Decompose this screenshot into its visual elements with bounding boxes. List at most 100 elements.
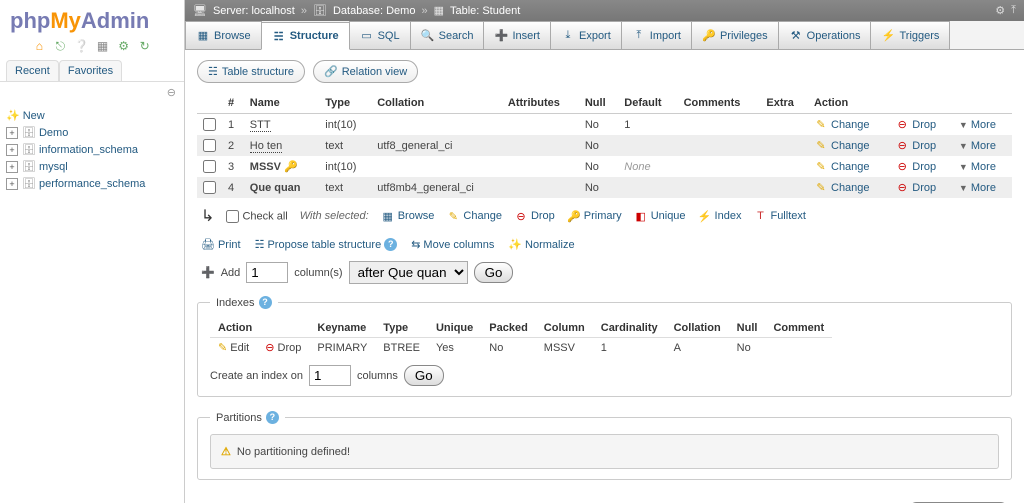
tree-db-demo[interactable]: Demo <box>39 127 68 139</box>
col-collation[interactable]: Collation <box>371 93 502 114</box>
row-checkbox[interactable] <box>203 139 216 152</box>
row-change-link[interactable]: ✎ Change <box>814 182 870 194</box>
settings-icon[interactable]: ⚙ <box>116 38 132 54</box>
col-default <box>618 135 677 156</box>
check-all-checkbox[interactable] <box>226 210 239 223</box>
bulk-browse[interactable]: ▦Browse <box>381 210 435 223</box>
col-extra[interactable]: Extra <box>760 93 808 114</box>
crumb-db[interactable]: Demo <box>386 5 415 17</box>
row-drop-link[interactable]: ⊖ Drop <box>895 140 936 152</box>
util-label: Propose table structure <box>267 239 381 251</box>
tab-label: Search <box>439 30 474 42</box>
tree-toggle[interactable]: + <box>6 127 18 139</box>
row-more-link[interactable]: ▼ More <box>959 119 996 131</box>
row-checkbox[interactable] <box>203 181 216 194</box>
add-label: Add <box>221 267 241 279</box>
tree-toggle[interactable]: + <box>6 161 18 173</box>
tab-import[interactable]: ⤒Import <box>621 21 692 49</box>
tree-db-mysql[interactable]: mysql <box>39 161 68 173</box>
pageup-icon[interactable]: ⤒ <box>1011 4 1016 17</box>
home-icon[interactable]: ⌂ <box>31 38 47 54</box>
crumb-table[interactable]: Student <box>482 5 520 17</box>
primary-key-icon: 🔑 <box>284 161 298 173</box>
bulk-drop[interactable]: ⊖Drop <box>514 210 555 223</box>
tree-toggle[interactable]: + <box>6 144 18 156</box>
row-change-link[interactable]: ✎ Change <box>814 161 870 173</box>
help-icon[interactable]: ? <box>259 296 272 309</box>
row-more-link[interactable]: ▼ More <box>959 161 996 173</box>
add-go-button[interactable]: Go <box>474 262 514 283</box>
tab-export[interactable]: ⤓Export <box>550 21 622 49</box>
propose-structure-link[interactable]: ☵Propose table structure ? <box>255 238 398 251</box>
check-all-link[interactable]: Check all <box>242 210 287 222</box>
sidebar-tab-favorites[interactable]: Favorites <box>59 60 122 81</box>
tab-search[interactable]: 🔍Search <box>410 21 485 49</box>
normalize-link[interactable]: ✨Normalize <box>508 238 574 251</box>
create-index-go-button[interactable]: Go <box>404 365 444 386</box>
move-columns-link[interactable]: ⇆Move columns <box>411 238 494 251</box>
table-icon: ▦ <box>434 4 444 17</box>
row-change-link[interactable]: ✎ Change <box>814 119 870 131</box>
subtab-table-structure[interactable]: ☵Table structure <box>197 60 305 83</box>
db-icon: 🗄 <box>22 127 36 139</box>
help-icon[interactable]: ? <box>266 411 279 424</box>
tree-toggle[interactable]: + <box>6 178 18 190</box>
print-link[interactable]: 🖨Print <box>201 238 241 251</box>
subtab-relation-view[interactable]: 🔗Relation view <box>313 60 418 83</box>
idx-drop-link[interactable]: ⊖ Drop <box>265 342 301 354</box>
create-index-count-input[interactable] <box>309 365 351 386</box>
tab-label: Triggers <box>899 30 939 42</box>
help-icon[interactable]: ? <box>384 238 397 251</box>
idx-edit-link[interactable]: ✎ Edit <box>218 342 249 354</box>
tree-db-performance-schema[interactable]: performance_schema <box>39 178 145 190</box>
col-type[interactable]: Type <box>319 93 371 114</box>
db-icon: 🗄 <box>22 161 36 173</box>
add-count-input[interactable] <box>246 262 288 283</box>
tab-operations[interactable]: ⚒Operations <box>778 21 872 49</box>
docs-icon[interactable]: ❔ <box>73 38 89 54</box>
bulk-fulltext[interactable]: TFulltext <box>753 210 805 222</box>
col-extra <box>760 156 808 177</box>
bulk-change[interactable]: ✎Change <box>446 210 502 223</box>
reload-icon[interactable]: ↻ <box>137 38 153 54</box>
tab-insert[interactable]: ➕Insert <box>483 21 551 49</box>
col-comments <box>678 156 761 177</box>
col-num[interactable]: # <box>222 93 244 114</box>
with-selected-label: With selected: <box>300 210 369 222</box>
col-null[interactable]: Null <box>579 93 618 114</box>
col-attributes[interactable]: Attributes <box>502 93 579 114</box>
bulk-primary[interactable]: 🔑Primary <box>567 210 622 223</box>
row-more-link[interactable]: ▼ More <box>959 182 996 194</box>
col-null: No <box>579 135 618 156</box>
add-position-select[interactable]: after Que quan <box>349 261 468 284</box>
tab-structure[interactable]: ☵Structure <box>261 22 350 50</box>
tab-privileges[interactable]: 🔑Privileges <box>691 21 779 49</box>
gear-icon[interactable]: ⚙ <box>995 4 1005 17</box>
logout-icon[interactable]: ⎋ <box>52 38 68 54</box>
row-drop-link[interactable]: ⊖ Drop <box>895 182 936 194</box>
row-more-link[interactable]: ▼ More <box>959 140 996 152</box>
col-comments[interactable]: Comments <box>678 93 761 114</box>
utility-bar: 🖨Print ☵Propose table structure ? ⇆Move … <box>197 234 1012 255</box>
idx-col-column: Column <box>536 319 593 338</box>
tree-new[interactable]: New <box>23 110 45 122</box>
row-checkbox[interactable] <box>203 160 216 173</box>
bulk-unique[interactable]: ◧Unique <box>634 210 686 223</box>
crumb-server[interactable]: localhost <box>251 5 294 17</box>
row-checkbox[interactable] <box>203 118 216 131</box>
bulk-index[interactable]: ⚡Index <box>698 210 742 223</box>
tab-sql[interactable]: ▭SQL <box>349 21 411 49</box>
sql-icon[interactable]: ▦ <box>95 38 111 54</box>
sidebar-tab-recent[interactable]: Recent <box>6 60 59 81</box>
collapse-icon[interactable]: ⊖ <box>167 87 176 99</box>
tab-browse[interactable]: ▦Browse <box>185 21 262 49</box>
tab-triggers[interactable]: ⚡Triggers <box>870 21 950 49</box>
add-icon: ➕ <box>201 266 215 279</box>
col-default[interactable]: Default <box>618 93 677 114</box>
col-name[interactable]: Name <box>244 93 319 114</box>
tree-db-information-schema[interactable]: information_schema <box>39 144 138 156</box>
row-change-link[interactable]: ✎ Change <box>814 140 870 152</box>
logo[interactable]: phpMyAdmin <box>0 0 184 36</box>
row-drop-link[interactable]: ⊖ Drop <box>895 161 936 173</box>
row-drop-link[interactable]: ⊖ Drop <box>895 119 936 131</box>
